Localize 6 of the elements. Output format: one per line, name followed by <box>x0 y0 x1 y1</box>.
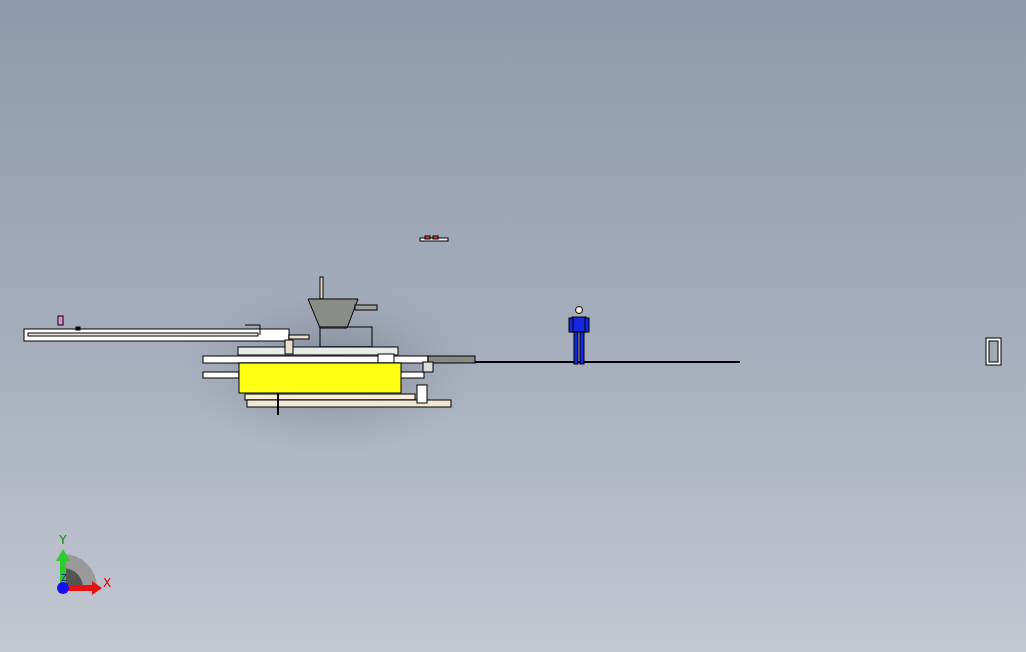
part-drawing <box>419 235 449 242</box>
axis-label: Y <box>59 533 67 547</box>
axis-label: X <box>102 576 112 590</box>
triad-drawing <box>56 549 102 595</box>
mannequin-drawing <box>568 306 590 365</box>
frame-drawing <box>985 337 1002 366</box>
